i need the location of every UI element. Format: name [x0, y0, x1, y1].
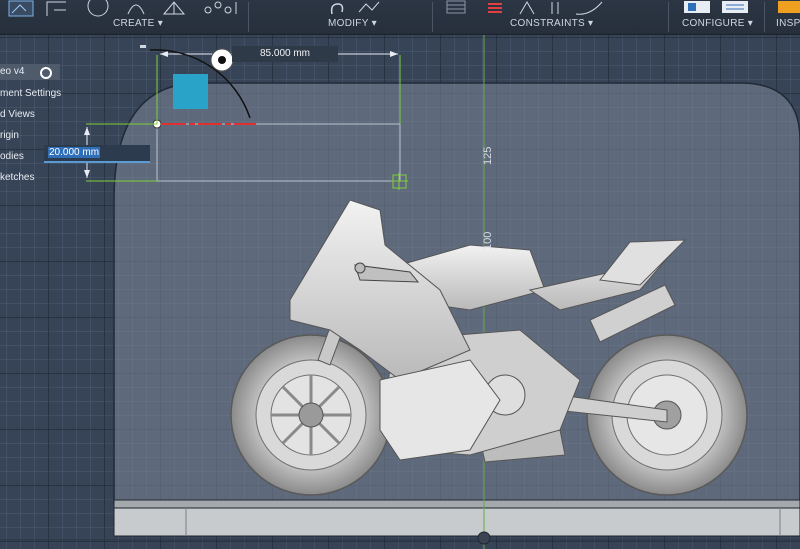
blue-selection-square	[173, 74, 208, 109]
create-menu[interactable]: CREATE ▾	[113, 18, 163, 29]
configure-rules-icon[interactable]	[720, 0, 750, 18]
line-icon[interactable]	[44, 0, 70, 18]
configure-menu[interactable]: CONFIGURE ▾	[682, 18, 753, 29]
toolbar-separator	[764, 2, 765, 32]
coincident-icon[interactable]	[442, 0, 472, 18]
pattern-icon[interactable]	[200, 0, 240, 18]
circle-icon[interactable]	[84, 0, 112, 18]
configure-table-icon[interactable]	[682, 0, 712, 18]
base-platform-lower	[113, 507, 800, 537]
canvas-viewport[interactable]: 125 100 85.000 mm 20.000 mm eo v4 ment S…	[0, 35, 800, 549]
fillet-icon[interactable]	[328, 0, 348, 18]
radio-dot-icon[interactable]	[40, 67, 52, 79]
tangent-icon[interactable]	[516, 0, 538, 18]
ruler-label-125: 125	[482, 146, 494, 165]
toolbar-ribbon: CREATE ▾ MODIFY ▾ CONSTRAINTS ▾ CONFIGUR…	[0, 0, 800, 35]
trim-icon[interactable]	[356, 0, 382, 18]
width-dimension-text: 85.000 mm	[259, 48, 311, 59]
model-scene	[0, 35, 800, 549]
curvature-icon[interactable]	[572, 0, 608, 18]
browser-item-views[interactable]: d Views	[0, 109, 35, 120]
parallel-icon[interactable]	[548, 0, 562, 18]
browser-item-sketches[interactable]: ketches	[0, 172, 34, 183]
arc-icon[interactable]	[124, 0, 148, 18]
ruler-label-100: 100	[482, 231, 494, 250]
toolbar-separator	[432, 2, 433, 32]
browser-document-label: eo v4	[0, 66, 25, 77]
toolbar-separator	[668, 2, 669, 32]
toolbar-separator	[248, 2, 249, 32]
constraints-menu[interactable]: CONSTRAINTS ▾	[510, 18, 593, 29]
browser-item-origin[interactable]: rigin	[0, 130, 19, 141]
base-platform	[113, 499, 800, 509]
inspect-icon[interactable]	[776, 0, 800, 18]
browser-document-item[interactable]: eo v4	[0, 64, 60, 80]
collinear-icon[interactable]	[484, 0, 506, 18]
browser-item-settings[interactable]: ment Settings	[0, 88, 61, 99]
inspect-menu[interactable]: INSP	[776, 18, 800, 29]
browser-panel: eo v4 ment Settings d Views rigin odies …	[0, 64, 61, 194]
modify-menu[interactable]: MODIFY ▾	[328, 18, 377, 29]
browser-item-bodies[interactable]: odies	[0, 151, 24, 162]
width-dimension-value[interactable]: 85.000 mm	[232, 46, 338, 62]
create-sketch-icon[interactable]	[6, 0, 36, 18]
polygon-icon[interactable]	[160, 0, 192, 18]
